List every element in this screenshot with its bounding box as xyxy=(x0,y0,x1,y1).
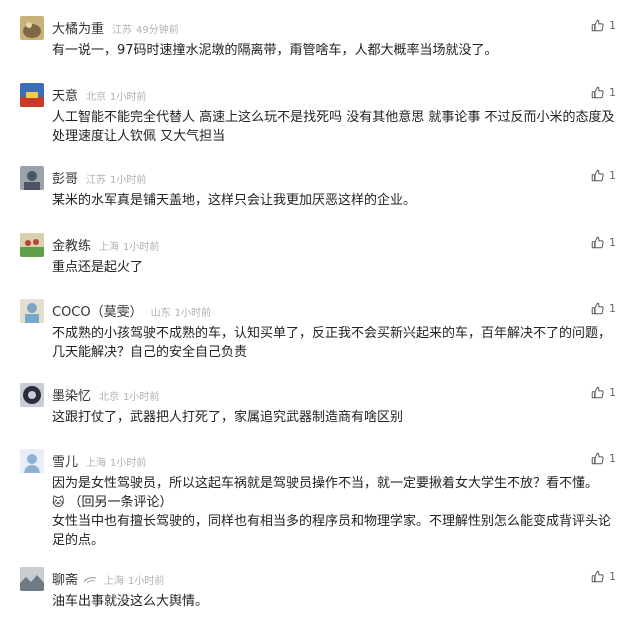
like-count: 1 xyxy=(609,302,616,315)
location: 上海 xyxy=(104,576,125,587)
comment-text: 油车出事就没这么大舆情。 xyxy=(52,592,618,611)
like-count: 1 xyxy=(609,452,616,465)
like-button[interactable]: 1 xyxy=(591,386,616,399)
timestamp: 1小时前 xyxy=(110,458,147,469)
reply-reference: 🐱 （回另一条评论） xyxy=(52,493,618,512)
cat-emoji-icon: 🐱 xyxy=(52,495,65,509)
timestamp: 1小时前 xyxy=(174,308,211,319)
username[interactable]: 大橘为重 xyxy=(52,18,104,37)
like-button[interactable]: 1 xyxy=(591,19,616,32)
comment-paragraph: 重点还是起火了 xyxy=(52,260,144,275)
comment-paragraph: 某米的水军真是铺天盖地，这样只会让我更加厌恶这样的企业。 xyxy=(52,193,417,208)
username[interactable]: 雪儿 xyxy=(52,451,78,470)
like-button[interactable]: 1 xyxy=(591,302,616,315)
like-button[interactable]: 1 xyxy=(591,452,616,465)
thumbs-up-icon xyxy=(591,86,604,99)
comment-paragraph: 油车出事就没这么大舆情。 xyxy=(52,594,209,609)
comment-meta: 上海 1小时前 xyxy=(104,572,164,587)
comment-meta: 江苏 49分钟前 xyxy=(112,21,179,36)
like-button[interactable]: 1 xyxy=(591,570,616,583)
thumbs-up-icon xyxy=(591,452,604,465)
like-count: 1 xyxy=(609,86,616,99)
comment-text: 某米的水军真是铺天盖地，这样只会让我更加厌恶这样的企业。 xyxy=(52,191,618,210)
avatar[interactable] xyxy=(20,383,44,407)
timestamp: 49分钟前 xyxy=(136,25,179,36)
location: 北京 xyxy=(86,92,107,103)
comment-text: 不成熟的小孩驾驶不成熟的车，认知买单了，反正我不会买新兴起来的车，百年解决不了的… xyxy=(52,324,618,362)
username[interactable]: 彭哥 xyxy=(52,168,78,187)
avatar[interactable] xyxy=(20,83,44,107)
comment-meta: 江苏 1小时前 xyxy=(86,171,146,186)
location: 上海 xyxy=(99,242,120,253)
thumbs-up-icon xyxy=(591,302,604,315)
timestamp: 1小时前 xyxy=(110,175,147,186)
location: 江苏 xyxy=(112,25,133,36)
like-count: 1 xyxy=(609,19,616,32)
comment-text: 因为是女性驾驶员，所以这起车祸就是驾驶员操作不当，就一定要揪着女大学生不放？看不… xyxy=(52,474,618,550)
like-button[interactable]: 1 xyxy=(591,169,616,182)
comment-meta: 山东 1小时前 xyxy=(151,304,211,319)
comment-meta: 上海 1小时前 xyxy=(99,238,159,253)
thumbs-up-icon xyxy=(591,570,604,583)
comment-paragraph: 这跟打仗了，武器把人打死了，家属追究武器制造商有啥区别 xyxy=(52,410,404,425)
username[interactable]: 聊斋 xyxy=(52,569,78,588)
comment-text: 这跟打仗了，武器把人打死了，家属追究武器制造商有啥区别 xyxy=(52,408,618,427)
avatar[interactable] xyxy=(20,449,44,473)
like-button[interactable]: 1 xyxy=(591,86,616,99)
avatar[interactable] xyxy=(20,233,44,257)
thumbs-up-icon xyxy=(591,386,604,399)
location: 江苏 xyxy=(86,175,107,186)
comment-paragraph: 人工智能不能完全代替人 高速上这么玩不是找死吗 没有其他意思 就事论事 不过反而… xyxy=(52,110,615,144)
username[interactable]: 天意 xyxy=(52,85,78,104)
username[interactable]: 墨染忆 xyxy=(52,385,91,404)
reply-note: （回另一条评论） xyxy=(68,495,173,510)
comment-text: 人工智能不能完全代替人 高速上这么玩不是找死吗 没有其他意思 就事论事 不过反而… xyxy=(52,108,618,146)
comment-paragraph: 因为是女性驾驶员，所以这起车祸就是驾驶员操作不当，就一定要揪着女大学生不放？看不… xyxy=(52,476,599,491)
comment-meta: 上海 1小时前 xyxy=(86,454,146,469)
like-count: 1 xyxy=(609,236,616,249)
avatar[interactable] xyxy=(20,166,44,190)
user-badge-icon xyxy=(83,576,97,587)
like-count: 1 xyxy=(609,169,616,182)
comment-meta: 北京 1小时前 xyxy=(86,88,146,103)
avatar[interactable] xyxy=(20,567,44,591)
avatar[interactable] xyxy=(20,299,44,323)
username[interactable]: COCO（莫雯） xyxy=(52,301,143,320)
thumbs-up-icon xyxy=(591,169,604,182)
like-count: 1 xyxy=(609,570,616,583)
username[interactable]: 金教练 xyxy=(52,235,91,254)
location: 山东 xyxy=(150,308,171,319)
comment-text: 重点还是起火了 xyxy=(52,258,618,277)
like-button[interactable]: 1 xyxy=(591,236,616,249)
avatar[interactable] xyxy=(20,16,44,40)
comment-text: 有一说一，97码时速撞水泥墩的隔离带，甭管啥车，人都大概率当场就没了。 xyxy=(52,41,618,60)
like-count: 1 xyxy=(609,386,616,399)
location: 上海 xyxy=(86,458,107,469)
timestamp: 1小时前 xyxy=(123,242,160,253)
comment-paragraph: 女性当中也有擅长驾驶的，同样也有相当多的程序员和物理学家。不理解性别怎么能变成背… xyxy=(52,514,612,548)
timestamp: 1小时前 xyxy=(128,576,165,587)
comment-paragraph: 不成熟的小孩驾驶不成熟的车，认知买单了，反正我不会买新兴起来的车，百年解决不了的… xyxy=(52,326,612,360)
location: 北京 xyxy=(99,392,120,403)
comment-meta: 北京 1小时前 xyxy=(99,388,159,403)
thumbs-up-icon xyxy=(591,236,604,249)
thumbs-up-icon xyxy=(591,19,604,32)
comment-paragraph: 有一说一，97码时速撞水泥墩的隔离带，甭管啥车，人都大概率当场就没了。 xyxy=(52,43,498,58)
timestamp: 1小时前 xyxy=(123,392,160,403)
timestamp: 1小时前 xyxy=(110,92,147,103)
